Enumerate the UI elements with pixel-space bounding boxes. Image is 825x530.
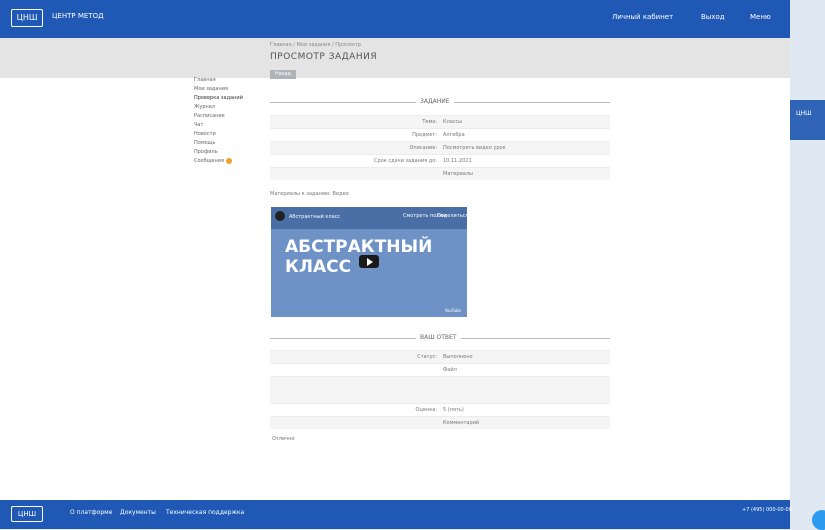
back-button[interactable]: Назад bbox=[270, 70, 296, 79]
table-row: Предмет: Алгебра bbox=[270, 128, 610, 142]
top-navbar: ЦНШ ЦЕНТР МЕТОД Личный кабинет Выход Мен… bbox=[0, 0, 790, 38]
footer-link-support[interactable]: Техническая поддержка bbox=[166, 509, 244, 516]
row-key: Описание: bbox=[270, 141, 440, 155]
page-title: ПРОСМОТР ЗАДАНИЯ bbox=[270, 52, 378, 62]
table-row: Срок сдачи задания до: 10.11.2021 bbox=[270, 154, 610, 168]
row-value: 5 (пять) bbox=[440, 403, 610, 417]
footer-contact[interactable]: +7 (495) 000-00-00 bbox=[742, 507, 792, 513]
row-value: Классы bbox=[440, 115, 610, 129]
row-key: Предмет: bbox=[270, 128, 440, 142]
menu-link[interactable]: Меню bbox=[750, 12, 771, 22]
footer-link-about[interactable]: О платформе bbox=[70, 509, 112, 516]
answer-section-heading: ВАШ ОТВЕТ bbox=[270, 333, 610, 343]
youtube-logo[interactable]: YouTube bbox=[445, 308, 461, 313]
sidebar-item-news[interactable]: Новости bbox=[194, 130, 262, 139]
app-window: ЦНШ ЦЕНТР МЕТОД Личный кабинет Выход Мен… bbox=[0, 0, 792, 529]
sidebar-item-chat[interactable]: Чат bbox=[194, 121, 262, 130]
sidebar-item-label: Сообщения bbox=[194, 158, 225, 164]
table-row: Статус: Выполнено bbox=[270, 350, 610, 364]
row-key bbox=[270, 363, 440, 377]
brand-name[interactable]: ЦЕНТР МЕТОД bbox=[52, 9, 127, 23]
sidebar-item-messages[interactable]: Сообщения bbox=[194, 157, 262, 166]
row-value: Посмотреть видео урок bbox=[440, 141, 610, 155]
cabinet-link[interactable]: Личный кабинет bbox=[612, 12, 673, 22]
task-info-table: Тема: Классы Предмет: Алгебра Описание: Пос… bbox=[270, 115, 610, 180]
video-title[interactable]: Абстрактный класс bbox=[289, 214, 340, 220]
logo[interactable]: ЦНШ bbox=[11, 9, 43, 27]
row-key bbox=[270, 376, 440, 404]
sidebar-item-my-tasks[interactable]: Мои задания bbox=[194, 85, 262, 94]
thumbnail-line-1: АБСТРАКТНЫЙ bbox=[285, 237, 433, 257]
row-value: Материалы bbox=[440, 167, 610, 180]
row-value: 10.11.2021 bbox=[440, 154, 610, 168]
answer-info-table: Статус: Выполнено Файл Оценка: 5 (пять) Ко… bbox=[270, 350, 610, 429]
breadcrumb[interactable]: Главная / Мои задания / Просмотр bbox=[270, 42, 361, 48]
answer-section-title: ВАШ ОТВЕТ bbox=[416, 333, 461, 343]
row-value: Выполнено bbox=[440, 350, 610, 364]
table-row: Описание: Посмотреть видео урок bbox=[270, 141, 610, 155]
row-key bbox=[270, 416, 440, 429]
video-player[interactable]: Абстрактный класс Смотреть позже Поделит… bbox=[271, 207, 468, 317]
share-button[interactable]: Поделиться bbox=[437, 213, 468, 219]
task-section-title: ЗАДАНИЕ bbox=[416, 97, 454, 107]
row-key: Статус: bbox=[270, 350, 440, 364]
task-section-heading: ЗАДАНИЕ bbox=[270, 97, 610, 107]
sidebar-item-help[interactable]: Помощь bbox=[194, 139, 262, 148]
footer: ЦНШ О платформе Документы Техническая по… bbox=[0, 500, 792, 529]
play-button[interactable] bbox=[359, 255, 379, 268]
table-row: Материалы bbox=[270, 167, 610, 180]
chat-widget-button[interactable] bbox=[812, 510, 825, 530]
sidebar-item-check-tasks[interactable]: Проверка заданий bbox=[194, 94, 262, 103]
sidebar-item-home[interactable]: Главная bbox=[194, 76, 262, 85]
footer-logo[interactable]: ЦНШ bbox=[11, 506, 43, 522]
row-key: Оценка: bbox=[270, 403, 440, 417]
channel-avatar[interactable] bbox=[275, 211, 285, 221]
row-key: Срок сдачи задания до: bbox=[270, 154, 440, 168]
notification-badge bbox=[226, 157, 233, 164]
row-value: Комментарий bbox=[440, 416, 610, 429]
logout-link[interactable]: Выход bbox=[701, 12, 725, 22]
play-icon bbox=[367, 258, 373, 266]
background-band-right bbox=[790, 100, 825, 140]
row-key bbox=[270, 167, 440, 180]
table-row: Комментарий bbox=[270, 416, 610, 429]
row-value bbox=[440, 376, 610, 404]
table-row: Файл bbox=[270, 363, 610, 377]
sidebar: Главная Мои задания Проверка заданий Жур… bbox=[194, 76, 262, 166]
footer-link-docs[interactable]: Документы bbox=[120, 509, 156, 516]
materials-note: Материалы к заданию: Видео bbox=[270, 191, 349, 197]
header-band bbox=[0, 38, 790, 78]
table-row: Оценка: 5 (пять) bbox=[270, 403, 610, 417]
sidebar-item-journal[interactable]: Журнал bbox=[194, 103, 262, 112]
sidebar-item-schedule[interactable]: Расписание bbox=[194, 112, 262, 121]
table-row: Тема: Классы bbox=[270, 115, 610, 129]
video-topbar: Абстрактный класс Смотреть позже Поделит… bbox=[271, 207, 468, 229]
outside-logo: ЦНШ bbox=[796, 110, 812, 117]
row-key: Тема: bbox=[270, 115, 440, 129]
row-value[interactable]: Файл bbox=[440, 363, 610, 377]
teacher-comment: Отлично bbox=[272, 436, 295, 442]
sidebar-item-profile[interactable]: Профиль bbox=[194, 148, 262, 157]
row-value: Алгебра bbox=[440, 128, 610, 142]
table-row bbox=[270, 376, 610, 404]
